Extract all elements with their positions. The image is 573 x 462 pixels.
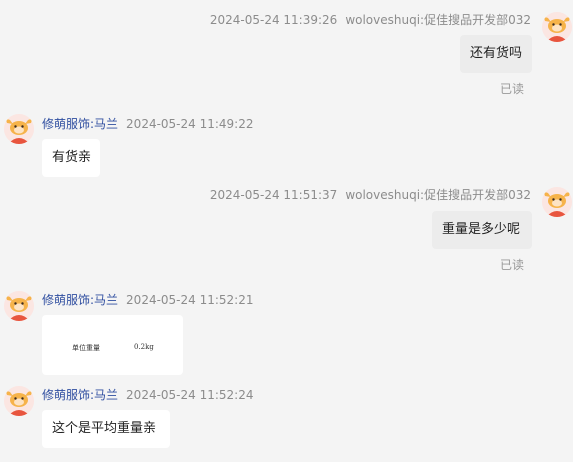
message-meta: 修萌服饰:马兰 2024-05-24 11:49:22: [42, 115, 254, 132]
avatar-icon: [4, 114, 34, 144]
sender-name[interactable]: 修萌服饰:马兰: [42, 293, 118, 307]
message-bubble[interactable]: 这个是平均重量亲: [42, 410, 170, 448]
avatar-icon: [542, 187, 572, 217]
message-meta: 修萌服饰:马兰 2024-05-24 11:52:24: [42, 386, 254, 403]
avatar[interactable]: [542, 187, 572, 217]
message-bubble[interactable]: 重量是多少呢: [432, 211, 532, 249]
message-meta: 修萌服饰:马兰 2024-05-24 11:52:21: [42, 291, 254, 308]
message-bubble[interactable]: 还有货吗: [460, 35, 532, 73]
image-text-label: 单位重量: [72, 344, 100, 352]
message-meta: 2024-05-24 11:51:37 woloveshuqi:促佳搜品开发部03…: [210, 186, 531, 203]
avatar-icon: [542, 12, 572, 42]
message-timestamp: 2024-05-24 11:52:24: [126, 388, 254, 402]
sender-name[interactable]: 修萌服饰:马兰: [42, 388, 118, 402]
sender-name: woloveshuqi:促佳搜品开发部032: [345, 13, 531, 27]
message-timestamp: 2024-05-24 11:51:37: [209, 188, 338, 202]
read-status: 已读: [500, 82, 525, 96]
image-message[interactable]: 单位重量 0.2kg: [42, 315, 183, 375]
avatar[interactable]: [4, 114, 34, 144]
avatar[interactable]: [4, 386, 34, 416]
message-timestamp: 2024-05-24 11:49:22: [126, 117, 254, 131]
message-timestamp: 2024-05-24 11:52:21: [126, 293, 254, 307]
image-text-value: 0.2kg: [134, 343, 154, 351]
message-bubble[interactable]: 有货亲: [42, 139, 100, 177]
message-meta: 2024-05-24 11:39:26 woloveshuqi:促佳搜品开发部03…: [210, 11, 531, 28]
sender-name: woloveshuqi:促佳搜品开发部032: [345, 188, 531, 202]
message-timestamp: 2024-05-24 11:39:26: [209, 13, 338, 27]
read-status: 已读: [500, 258, 525, 272]
avatar-icon: [4, 291, 34, 321]
sender-name[interactable]: 修萌服饰:马兰: [42, 117, 118, 131]
avatar-icon: [4, 386, 34, 416]
avatar[interactable]: [542, 12, 572, 42]
avatar[interactable]: [4, 291, 34, 321]
